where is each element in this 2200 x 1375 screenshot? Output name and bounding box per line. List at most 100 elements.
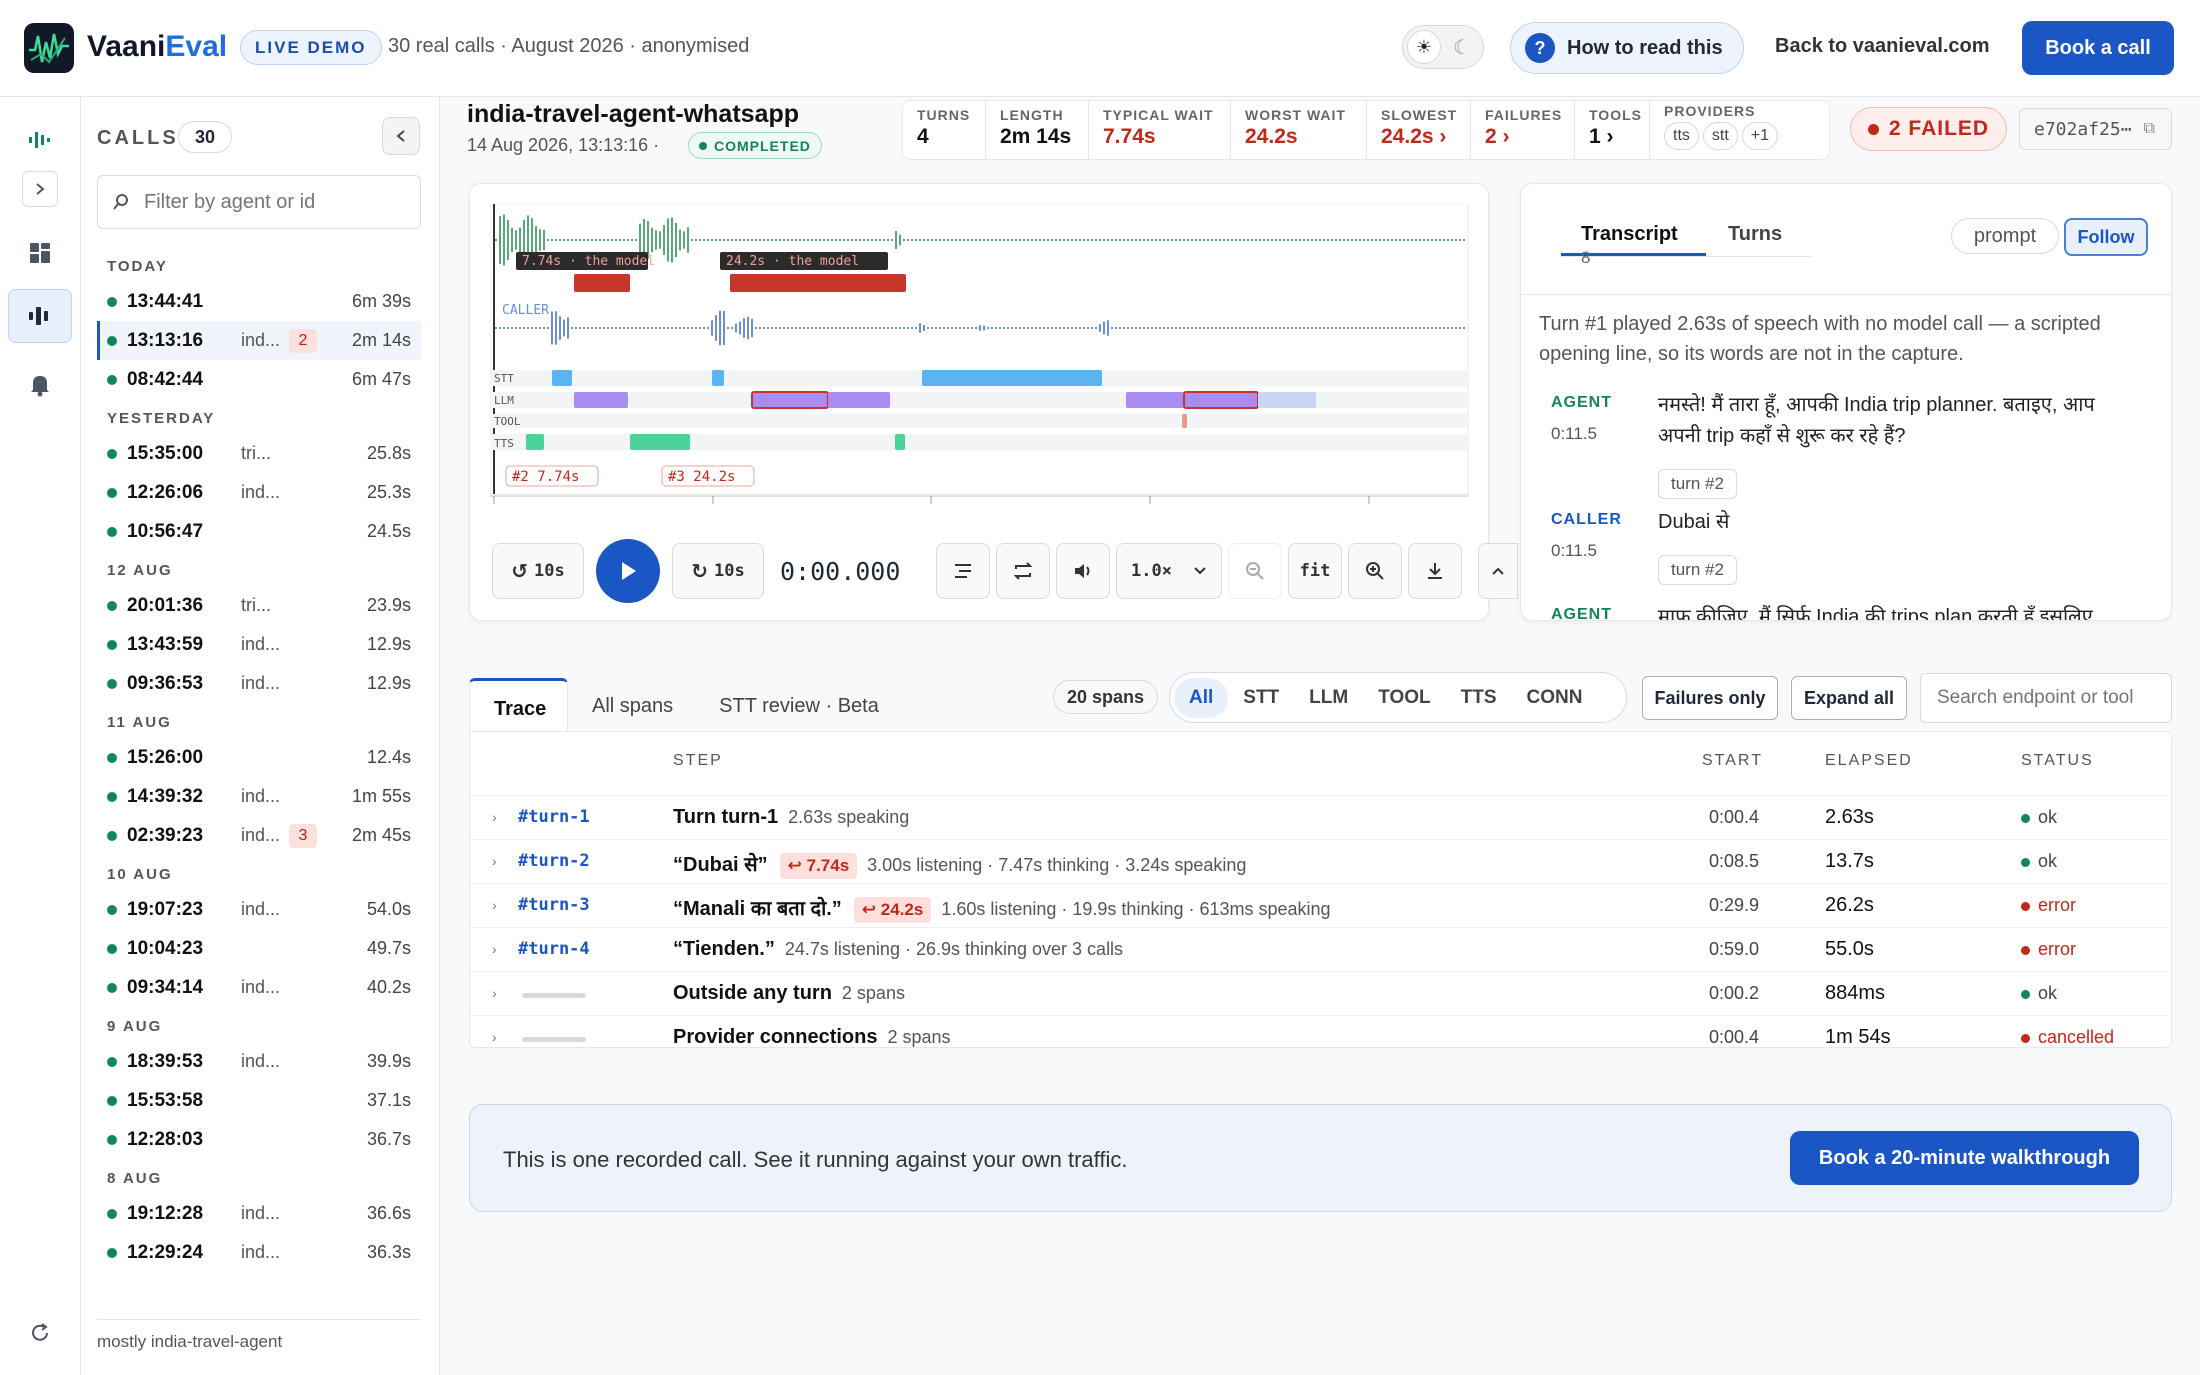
waveform-nav-icon[interactable] [14,114,66,166]
filter-tts[interactable]: TTS [1446,678,1512,718]
turn-tag[interactable]: #turn-2 [518,851,590,871]
turn-tag[interactable]: #turn-3 [518,895,590,915]
filter-llm[interactable]: LLM [1294,678,1363,718]
expand-row-icon[interactable]: › [492,897,497,913]
filter-tool[interactable]: TOOL [1363,678,1445,718]
failed-badge[interactable]: 2 FAILED [1850,107,2007,151]
tab-all-spans[interactable]: All spans [568,678,695,731]
vaanieval-logo[interactable] [24,23,74,73]
collapse-player-button[interactable] [1478,543,1518,599]
tts-span[interactable] [630,434,690,450]
filter-all[interactable]: All [1174,677,1229,718]
llm-span[interactable] [574,392,628,408]
llm-span[interactable] [1126,392,1184,408]
filter-stt[interactable]: STT [1228,678,1294,718]
back-to-site-link[interactable]: Back to vaanieval.com [1775,35,1990,58]
call-list-item[interactable]: 10:04:23 49.7s [97,929,421,968]
stt-span[interactable] [552,370,572,386]
skip-forward-button[interactable]: ↻ 10s [672,543,764,599]
call-list-item[interactable]: 20:01:36 tri... 23.9s [97,586,421,625]
call-list-item[interactable]: 13:44:41 6m 39s [97,282,421,321]
call-list-item[interactable]: 12:28:03 36.7s [97,1120,421,1159]
tab-transcript[interactable]: Transcript 8 [1561,209,1706,267]
call-list-item[interactable]: 15:53:58 37.1s [97,1081,421,1120]
llm-span-failed[interactable] [1183,391,1259,409]
call-list-item[interactable]: 02:39:23 ind... 3 2m 45s [97,816,421,855]
calls-nav-icon[interactable] [8,289,72,343]
failures-only-button[interactable]: Failures only [1642,676,1778,720]
turn-tag[interactable]: #turn-1 [518,807,590,827]
how-to-read-button[interactable]: ? How to read this [1510,22,1744,74]
speed-select[interactable]: 1.0× [1116,543,1222,599]
filter-conn[interactable]: CONN [1512,678,1598,718]
call-list-item[interactable]: 15:35:00 tri... 25.8s [97,434,421,473]
trace-row[interactable]: › #turn-3 “Manali का बता दो.” ↩ 24.2s 1.60s … [470,883,2171,927]
call-list-item[interactable]: 10:56:47 24.5s [97,512,421,551]
stt-span[interactable] [922,370,1102,386]
call-list-item[interactable]: 19:07:23 ind... 54.0s [97,890,421,929]
expand-row-icon[interactable]: › [492,985,497,1001]
trace-row[interactable]: › Outside any turn 2 spans 0:00.2 884ms ok [470,971,2171,1015]
expand-row-icon[interactable]: › [492,1029,497,1045]
provider-pill[interactable]: stt [1702,122,1738,150]
expand-all-button[interactable]: Expand all [1791,676,1907,720]
call-hash-copy[interactable]: e702af25⋯ ⧉ [2019,108,2172,150]
provider-more-pill[interactable]: +1 [1741,122,1779,150]
llm-span-failed[interactable] [751,391,829,409]
prompt-button[interactable]: prompt [1951,218,2059,254]
provider-pill[interactable]: tts [1664,122,1699,150]
call-list-item[interactable]: 12:29:24 ind... 36.3s [97,1233,421,1272]
turn-tag[interactable]: #turn-4 [518,939,590,959]
wait-bar-2[interactable] [730,274,906,292]
call-list-item[interactable]: 08:42:44 6m 47s [97,360,421,399]
call-list-item[interactable]: 19:12:28 ind... 36.6s [97,1194,421,1233]
zoom-out-button[interactable] [1228,543,1282,599]
wait-bar-1[interactable] [574,274,630,292]
trace-search-input[interactable] [1937,687,2157,709]
book-walkthrough-button[interactable]: Book a 20-minute walkthrough [1790,1131,2139,1185]
trace-row[interactable]: › #turn-2 “Dubai से” ↩ 7.74s 3.00s listening… [470,839,2171,883]
tab-turns[interactable]: Turns [1706,209,1798,256]
trace-search-field[interactable] [1920,673,2172,723]
stat-tools[interactable]: TOOLS 1 › [1575,101,1650,159]
zoom-in-button[interactable] [1348,543,1402,599]
call-list-item[interactable]: 09:36:53 ind... 12.9s [97,664,421,703]
play-button[interactable] [596,539,660,603]
stat-failures[interactable]: FAILURES 2 › [1471,101,1575,159]
align-button[interactable] [936,543,990,599]
stat-slowest[interactable]: SLOWEST 24.2s › [1367,101,1471,159]
book-call-button[interactable]: Book a call [2022,21,2174,75]
brand-name[interactable]: VaaniEval [87,30,227,64]
tts-span[interactable] [895,434,905,450]
filter-calls-field[interactable] [97,175,421,229]
call-list-item[interactable]: 13:13:16 ind... 2 2m 14s [97,321,421,360]
dashboard-icon[interactable] [14,227,66,279]
expand-row-icon[interactable]: › [492,809,497,825]
download-button[interactable] [1408,543,1462,599]
tab-trace[interactable]: Trace [469,678,568,731]
tab-stt-review[interactable]: STT review · Beta [695,678,901,731]
filter-calls-input[interactable] [144,190,404,214]
refresh-icon[interactable] [14,1307,66,1359]
trace-row[interactable]: › #turn-4 “Tienden.” 24.7s listening · 26.9… [470,927,2171,971]
call-list-item[interactable]: 09:34:14 ind... 40.2s [97,968,421,1007]
call-list-item[interactable]: 13:43:59 ind... 12.9s [97,625,421,664]
expand-rail-icon[interactable] [22,171,58,207]
skip-back-button[interactable]: ↺ 10s [492,543,584,599]
alerts-bell-icon[interactable] [14,359,66,411]
fit-button[interactable]: fit [1288,543,1342,599]
turn-link[interactable]: turn #2 [1658,555,1737,585]
follow-button[interactable]: Follow [2064,218,2148,256]
timeline-canvas[interactable]: CALLER 7.74s · the model 24.2s · the mod… [490,204,1470,504]
trace-row[interactable]: › #turn-1 Turn turn-1 2.63s speaking 0:00.4 2… [470,795,2171,839]
volume-button[interactable] [1056,543,1110,599]
expand-row-icon[interactable]: › [492,853,497,869]
loop-button[interactable] [996,543,1050,599]
turn-link[interactable]: turn #2 [1658,469,1737,499]
expand-row-icon[interactable]: › [492,941,497,957]
stt-span[interactable] [712,370,724,386]
call-list-item[interactable]: 15:26:00 12.4s [97,738,421,777]
collapse-sidebar-button[interactable] [382,117,420,155]
call-list-item[interactable]: 18:39:53 ind... 39.9s [97,1042,421,1081]
tts-span[interactable] [526,434,544,450]
